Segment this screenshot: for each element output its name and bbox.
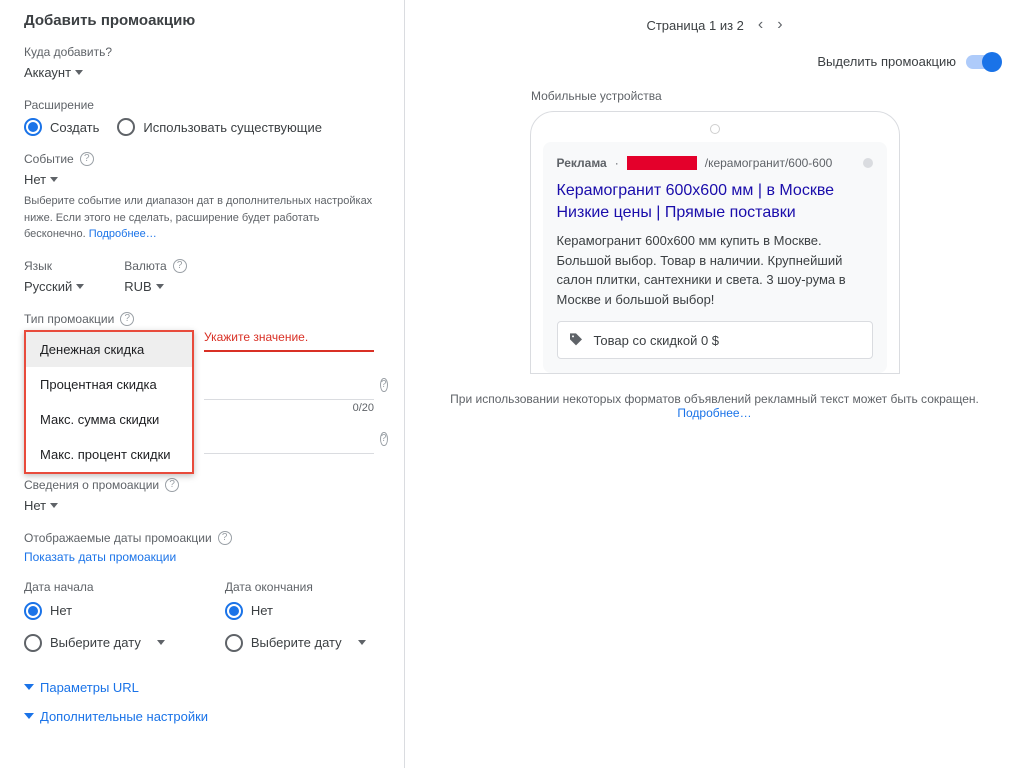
language-section: Язык Русский [24, 259, 84, 296]
pager-text: Страница 1 из 2 [646, 18, 743, 33]
advanced-settings-toggle[interactable]: Дополнительные настройки [24, 709, 384, 724]
chevron-down-icon [157, 640, 165, 645]
radio-checked-icon [24, 602, 42, 620]
preview-footer-link[interactable]: Подробнее… [677, 406, 751, 420]
promo-type-option[interactable]: Денежная скидка [26, 332, 192, 367]
start-date-label: Дата начала [24, 580, 165, 594]
promo-type-label: Тип промоакции ? [24, 312, 384, 326]
chevron-down-icon [24, 684, 34, 690]
highlight-label: Выделить промоакцию [817, 54, 956, 69]
language-dropdown[interactable]: Русский [24, 277, 84, 296]
radio-unchecked-icon [225, 634, 243, 652]
promo-type-section: Тип промоакции ? Денежная скидка Процент… [24, 312, 384, 458]
language-label: Язык [24, 259, 84, 273]
event-dropdown[interactable]: Нет [24, 170, 58, 189]
help-icon[interactable]: ? [165, 478, 179, 492]
ad-preview-card: Реклама · /керамогранит/600-600 Керамогр… [543, 142, 887, 373]
help-icon[interactable]: ? [380, 432, 388, 446]
extension-create-radio[interactable]: Создать [24, 118, 99, 136]
event-hint: Выберите событие или диапазон дат в допо… [24, 193, 384, 243]
phone-camera-icon [710, 124, 720, 134]
highlight-toggle[interactable] [966, 55, 1000, 69]
display-dates-label: Отображаемые даты промоакции ? [24, 531, 384, 545]
promo-type-option[interactable]: Макс. процент скидки [26, 437, 192, 472]
start-date-pick-radio[interactable]: Выберите дату [24, 634, 165, 652]
device-label: Мобильные устройства [531, 89, 662, 103]
promo-url-input[interactable] [204, 424, 374, 454]
extension-label: Расширение [24, 98, 384, 112]
event-section: Событие ? Нет Выберите событие или диапа… [24, 152, 384, 243]
chevron-down-icon [75, 70, 83, 75]
ad-ext-text: Товар со скидкой 0 $ [594, 333, 720, 348]
show-dates-link[interactable]: Показать даты промоакции [24, 550, 176, 564]
end-date-label: Дата окончания [225, 580, 366, 594]
form-panel: Добавить промоакцию Куда добавить? Аккау… [0, 0, 405, 768]
end-date-pick-radio[interactable]: Выберите дату [225, 634, 366, 652]
promo-details-dropdown[interactable]: Нет [24, 496, 58, 515]
radio-checked-icon [225, 602, 243, 620]
preview-panel: Страница 1 из 2 ‹ › Выделить промоакцию … [405, 0, 1024, 768]
extension-existing-label: Использовать существующие [143, 120, 322, 135]
radio-unchecked-icon [24, 634, 42, 652]
info-icon[interactable] [863, 158, 873, 168]
page-title: Добавить промоакцию [24, 12, 384, 29]
promo-type-option[interactable]: Процентная скидка [26, 367, 192, 402]
radio-unchecked-icon [117, 118, 135, 136]
date-range-section: Дата начала Нет Выберите дату Дата оконч… [24, 580, 384, 666]
pager-prev-button[interactable]: ‹ [758, 16, 763, 34]
ad-badge: Реклама [557, 156, 607, 170]
currency-value: RUB [124, 279, 151, 294]
currency-dropdown[interactable]: RUB [124, 277, 163, 296]
display-dates-section: Отображаемые даты промоакции ? Показать … [24, 531, 384, 564]
help-icon[interactable]: ? [380, 378, 388, 392]
chevron-down-icon [156, 284, 164, 289]
language-value: Русский [24, 279, 72, 294]
radio-checked-icon [24, 118, 42, 136]
mobile-preview: Реклама · /керамогранит/600-600 Керамогр… [530, 111, 900, 374]
add-to-dropdown[interactable]: Аккаунт [24, 63, 83, 82]
promo-type-option[interactable]: Макс. сумма скидки [26, 402, 192, 437]
chevron-down-icon [50, 503, 58, 508]
currency-section: Валюта ? RUB [124, 259, 186, 296]
help-icon[interactable]: ? [80, 152, 94, 166]
help-icon[interactable]: ? [218, 531, 232, 545]
ad-headline: Керамогранит 600х600 мм | в Москве Низки… [557, 180, 873, 223]
price-tag-icon [568, 332, 584, 348]
promo-value-error: Укажите значение. [204, 330, 374, 352]
chevron-down-icon [24, 713, 34, 719]
help-icon[interactable]: ? [120, 312, 134, 326]
preview-pager: Страница 1 из 2 ‹ › [421, 10, 1008, 48]
end-date-none-radio[interactable]: Нет [225, 602, 366, 620]
add-to-label: Куда добавить? [24, 45, 384, 59]
chevron-down-icon [76, 284, 84, 289]
event-value: Нет [24, 172, 46, 187]
help-icon[interactable]: ? [173, 259, 187, 273]
start-date-none-radio[interactable]: Нет [24, 602, 165, 620]
promo-details-section: Сведения о промоакции ? Нет [24, 478, 384, 515]
url-params-toggle[interactable]: Параметры URL [24, 680, 384, 695]
extension-existing-radio[interactable]: Использовать существующие [117, 118, 322, 136]
promo-details-value: Нет [24, 498, 46, 513]
promo-type-dropdown-menu[interactable]: Денежная скидка Процентная скидка Макс. … [24, 330, 194, 474]
add-to-section: Куда добавить? Аккаунт [24, 45, 384, 82]
event-hint-link[interactable]: Подробнее… [89, 228, 157, 240]
promo-item-counter: 0/20 [204, 402, 374, 414]
add-to-value: Аккаунт [24, 65, 71, 80]
ad-description: Керамогранит 600х600 мм купить в Москве.… [557, 231, 873, 309]
ad-url-suffix: /керамогранит/600-600 [705, 156, 833, 170]
pager-next-button[interactable]: › [777, 16, 782, 34]
chevron-down-icon [358, 640, 366, 645]
promo-item-input[interactable] [204, 370, 374, 400]
ad-promo-extension: Товар со скидкой 0 $ [557, 321, 873, 359]
extension-section: Расширение Создать Использовать существу… [24, 98, 384, 136]
preview-footer-note: При использовании некоторых форматов объ… [425, 392, 1005, 420]
extension-create-label: Создать [50, 120, 99, 135]
currency-label: Валюта ? [124, 259, 186, 273]
event-label: Событие ? [24, 152, 384, 166]
promo-details-label: Сведения о промоакции ? [24, 478, 384, 492]
chevron-down-icon [50, 177, 58, 182]
ad-domain-redacted [627, 156, 697, 170]
